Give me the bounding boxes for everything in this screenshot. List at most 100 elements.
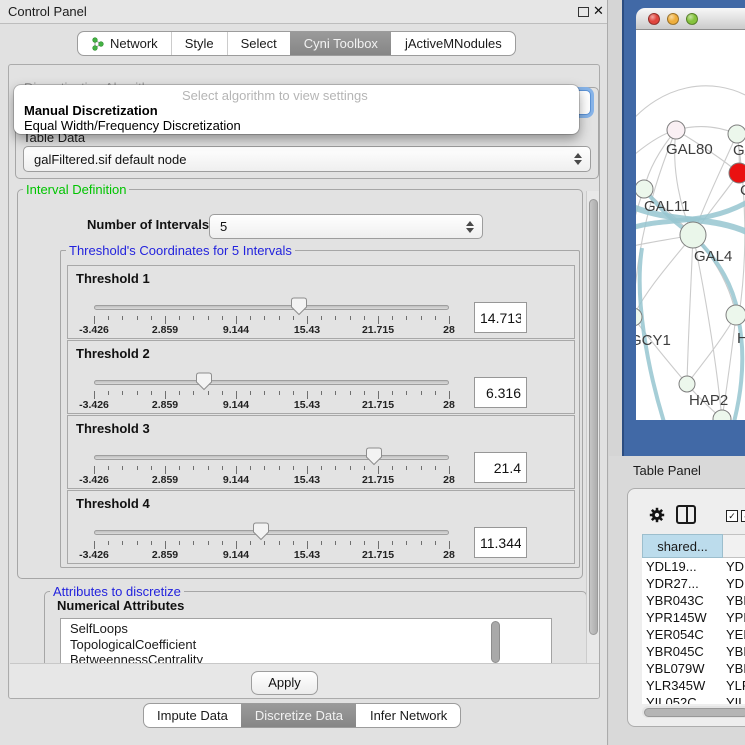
threshold-value-field[interactable] bbox=[474, 452, 527, 483]
tab-jactivemnodules[interactable]: jActiveMNodules bbox=[391, 32, 515, 55]
table-row[interactable]: YLR345WYLR3 bbox=[642, 677, 745, 694]
table-row[interactable]: YIL052CYIL0 bbox=[642, 694, 745, 704]
numerical-attributes-listbox[interactable]: SelfLoopsTopologicalCoefficientBetweenne… bbox=[60, 618, 552, 665]
panel-scrollbar[interactable] bbox=[586, 191, 599, 663]
slider-track[interactable] bbox=[94, 305, 449, 310]
algorithm-option[interactable]: Manual Discretization bbox=[15, 103, 577, 118]
tab-impute-data[interactable]: Impute Data bbox=[144, 704, 241, 727]
apply-button[interactable]: Apply bbox=[251, 671, 318, 695]
close-icon[interactable]: ✕ bbox=[593, 3, 604, 19]
cell-shared-name: YLR345W bbox=[642, 677, 723, 694]
column-header-name[interactable]: na bbox=[723, 534, 745, 558]
table-row[interactable]: YPR145WYPR1 bbox=[642, 609, 745, 626]
gear-icon[interactable] bbox=[648, 506, 666, 524]
network-canvas[interactable]: GAL80GACGAL11GAL4GCY1HHAP2 bbox=[636, 30, 745, 420]
tick-label: 2.859 bbox=[141, 324, 189, 336]
split-bar bbox=[686, 507, 688, 522]
minor-tick bbox=[137, 541, 138, 545]
minor-tick bbox=[392, 316, 393, 320]
network-node-h[interactable] bbox=[726, 305, 745, 325]
minor-tick bbox=[350, 541, 351, 545]
network-node-label: C bbox=[740, 182, 745, 199]
minor-tick bbox=[335, 466, 336, 470]
minor-tick bbox=[264, 466, 265, 470]
tick-label: 15.43 bbox=[283, 549, 331, 561]
table-row[interactable]: YBR045CYBR0 bbox=[642, 643, 745, 660]
stepper-down-icon[interactable] bbox=[466, 228, 474, 233]
close-traffic-light[interactable] bbox=[648, 13, 660, 25]
table-hscrollbar[interactable] bbox=[642, 706, 745, 718]
threshold-value-field[interactable] bbox=[474, 302, 527, 333]
tab-select[interactable]: Select bbox=[227, 32, 290, 55]
slider-track[interactable] bbox=[94, 380, 449, 385]
tick-label: 28 bbox=[425, 324, 473, 336]
minor-tick bbox=[435, 466, 436, 470]
slider-thumb-glyph bbox=[365, 447, 383, 466]
top-tab-bar: Network StyleSelectCyni ToolboxjActiveMNo… bbox=[77, 31, 516, 56]
tab-discretize-data[interactable]: Discretize Data bbox=[241, 704, 356, 727]
table-data-combobox[interactable]: galFiltered.sif default node bbox=[23, 146, 591, 172]
minor-tick bbox=[392, 391, 393, 395]
slider-thumb[interactable] bbox=[195, 372, 213, 396]
panel-scrollbar-thumb[interactable] bbox=[589, 199, 598, 635]
network-node-gal80[interactable] bbox=[667, 121, 685, 139]
thresholds-group-title: Threshold's Coordinates for 5 Intervals bbox=[66, 243, 295, 258]
threshold-value-field[interactable] bbox=[474, 377, 527, 408]
stepper-down-icon[interactable] bbox=[574, 160, 582, 165]
checkbox-icon[interactable]: ✓ bbox=[726, 510, 738, 522]
tick-label: 28 bbox=[425, 549, 473, 561]
stepper-up-icon[interactable] bbox=[466, 221, 474, 226]
stepper-up-icon[interactable] bbox=[574, 153, 582, 158]
minimize-traffic-light[interactable] bbox=[667, 13, 679, 25]
slider-thumb[interactable] bbox=[365, 447, 383, 471]
minor-tick bbox=[406, 466, 407, 470]
split-view-icon[interactable] bbox=[676, 505, 696, 524]
slider-thumb[interactable] bbox=[290, 297, 308, 321]
number-of-intervals-combobox[interactable]: 5 bbox=[209, 214, 483, 239]
algorithm-option[interactable]: Equal Width/Frequency Discretization bbox=[15, 118, 577, 133]
minor-tick bbox=[435, 316, 436, 320]
number-of-intervals-label: Number of Intervals bbox=[87, 212, 209, 237]
threshold-value-field[interactable] bbox=[474, 527, 527, 558]
minor-tick bbox=[435, 391, 436, 395]
slider-track[interactable] bbox=[94, 455, 449, 460]
table-row[interactable]: YDL19...YDL1 bbox=[642, 558, 745, 575]
minor-tick bbox=[364, 541, 365, 545]
minor-tick bbox=[179, 316, 180, 320]
table-card: ✓ ✓ shared... na YDL19...YDL1YDR27...YDR… bbox=[627, 488, 745, 727]
tab-network[interactable]: Network bbox=[78, 32, 171, 55]
network-window-titlebar[interactable] bbox=[636, 8, 745, 30]
table-row[interactable]: YER054CYER0 bbox=[642, 626, 745, 643]
slider-thumb[interactable] bbox=[252, 522, 270, 546]
column-header-shared[interactable]: shared... bbox=[642, 534, 723, 558]
cell-shared-name: YER054C bbox=[642, 626, 723, 643]
minor-tick bbox=[151, 541, 152, 545]
table-hscrollbar-thumb[interactable] bbox=[644, 708, 745, 717]
attribute-item[interactable]: TopologicalCoefficient bbox=[61, 637, 551, 653]
network-node-gal4[interactable] bbox=[680, 222, 706, 248]
network-edge bbox=[644, 130, 676, 189]
table-row[interactable]: YDR27...YDR2 bbox=[642, 575, 745, 592]
listbox-scrollbar[interactable] bbox=[491, 621, 500, 663]
tab-label: Network bbox=[110, 36, 158, 51]
checkbox-icon[interactable]: ✓ bbox=[741, 510, 745, 522]
tab-infer-network[interactable]: Infer Network bbox=[356, 704, 460, 727]
zoom-traffic-light[interactable] bbox=[686, 13, 698, 25]
slider-track[interactable] bbox=[94, 530, 449, 535]
network-node-gal11[interactable] bbox=[636, 180, 653, 198]
attribute-item[interactable]: SelfLoops bbox=[61, 621, 551, 637]
network-node-hap2[interactable] bbox=[679, 376, 695, 392]
network-node-c[interactable] bbox=[729, 163, 745, 183]
minor-tick bbox=[250, 316, 251, 320]
minor-tick bbox=[122, 391, 123, 395]
network-node[interactable] bbox=[713, 410, 731, 420]
network-node-ga[interactable] bbox=[728, 125, 745, 143]
float-window-icon[interactable] bbox=[578, 7, 589, 17]
table-row[interactable]: YBL079WYBL0 bbox=[642, 660, 745, 677]
tab-style[interactable]: Style bbox=[171, 32, 227, 55]
tick-label: -3.426 bbox=[70, 324, 118, 336]
table-row[interactable]: YBR043CYBR0 bbox=[642, 592, 745, 609]
tab-cyni-toolbox[interactable]: Cyni Toolbox bbox=[290, 32, 391, 55]
algorithm-options-list: Manual DiscretizationEqual Width/Frequen… bbox=[15, 103, 577, 133]
network-window: GAL80GACGAL11GAL4GCY1HHAP2 bbox=[622, 0, 745, 462]
